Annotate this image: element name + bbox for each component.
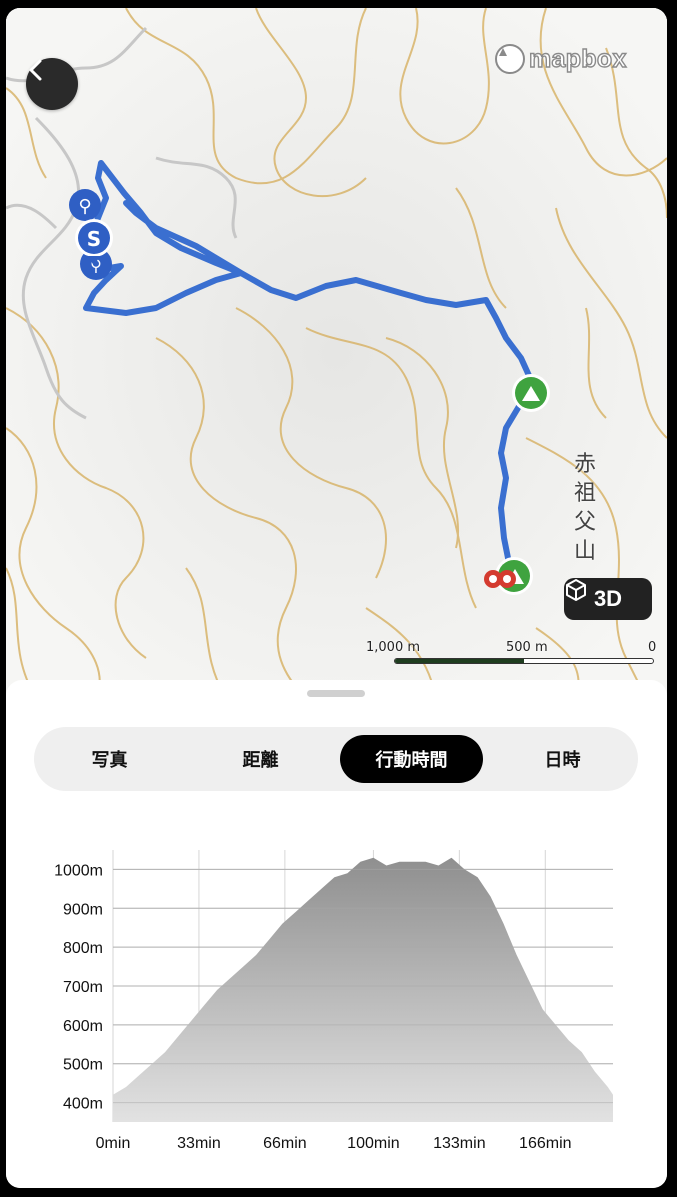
sheet-drag-handle[interactable] — [307, 690, 365, 697]
x-tick-label: 100min — [347, 1135, 399, 1152]
elevation-chart: 400m 500m 600m 700m 800m 900m 1000m 0min 33min 66… — [54, 850, 613, 1152]
svg-text:⚲: ⚲ — [78, 196, 91, 217]
back-button[interactable] — [26, 58, 78, 110]
scale-label-500: 500 m — [506, 640, 548, 655]
y-tick-label: 500m — [63, 1057, 103, 1074]
cube-icon — [566, 579, 586, 601]
chevron-left-icon — [29, 59, 42, 81]
y-tick-label: 1000m — [54, 862, 103, 879]
mountain-name-label: 赤祖父山 — [574, 452, 597, 564]
x-tick-label: 66min — [263, 1135, 307, 1152]
mapbox-mark-icon — [495, 44, 525, 74]
tab-distance[interactable]: 距離 — [189, 735, 332, 783]
tab-photos[interactable]: 写真 — [38, 735, 181, 783]
tab-activity-time[interactable]: 行動時間 — [340, 735, 483, 783]
elevation-area — [113, 857, 613, 1122]
svg-text:S: S — [87, 227, 101, 251]
app-screen: ⚲ ⚲ S mapbox 赤祖父山 3D 1,000 m 500 m 0 写真 … — [6, 8, 667, 1188]
scale-label-1000: 1,000 m — [366, 640, 421, 655]
y-tick-label: 800m — [63, 940, 103, 957]
scale-bar — [394, 658, 654, 664]
summit-icon — [512, 374, 550, 412]
toggle-3d-label: 3D — [593, 586, 623, 611]
y-tick-label: 900m — [63, 901, 103, 918]
bottom-sheet: 写真 距離 行動時間 日時 400m 500m 600m 700m 800m 900m 10… — [6, 680, 667, 1188]
y-tick-label: 700m — [63, 979, 103, 996]
segmented-control: 写真 距離 行動時間 日時 — [34, 727, 638, 791]
toggle-3d-button[interactable]: 3D — [564, 578, 652, 620]
map-view[interactable]: ⚲ ⚲ S mapbox 赤祖父山 3D 1,000 m 500 m 0 — [6, 8, 667, 698]
mapbox-logo: mapbox — [495, 44, 627, 74]
x-tick-label: 166min — [519, 1135, 571, 1152]
x-tick-label: 33min — [177, 1135, 221, 1152]
y-tick-label: 400m — [63, 1096, 103, 1113]
hiker-icon: ⚲ — [69, 189, 101, 221]
tab-datetime[interactable]: 日時 — [491, 735, 634, 783]
map-scale: 1,000 m 500 m 0 — [366, 640, 656, 670]
scale-label-0: 0 — [648, 640, 657, 655]
mapbox-attribution: mapbox — [528, 44, 627, 73]
x-tick-label: 0min — [96, 1135, 131, 1152]
y-tick-label: 600m — [63, 1018, 103, 1035]
x-tick-label: 133min — [433, 1135, 485, 1152]
